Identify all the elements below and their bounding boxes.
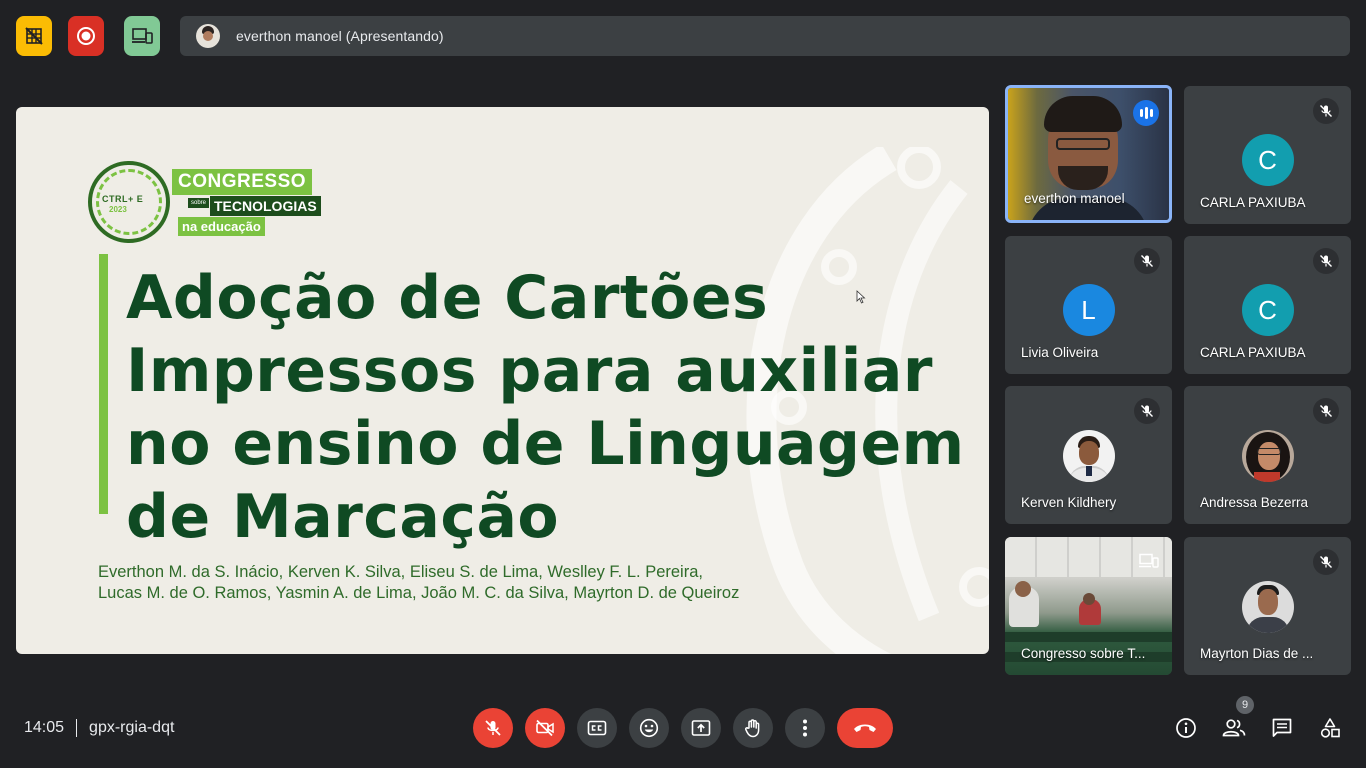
participant-tile[interactable]: L Livia Oliveira	[1005, 236, 1172, 374]
more-vert-icon	[803, 719, 807, 737]
participant-photo	[1241, 430, 1294, 482]
participant-tile[interactable]: Mayrton Dias de ...	[1184, 537, 1351, 675]
hide-self-view-button[interactable]	[16, 16, 52, 56]
info-icon	[1176, 718, 1196, 738]
congress-logo: CTRL+ E 2023 CONGRESSO sobre TECNOLOGIAS…	[88, 161, 328, 245]
people-count-badge: 9	[1236, 696, 1254, 714]
participant-tile[interactable]: C CARLA PAXIUBA	[1184, 236, 1351, 374]
participant-name: Mayrton Dias de ...	[1200, 646, 1314, 661]
shapes-icon	[1320, 718, 1340, 738]
devices-icon	[132, 28, 153, 44]
companion-mode-button[interactable]	[124, 16, 160, 56]
presenter-label: everthon manoel (Apresentando)	[236, 28, 444, 44]
participant-photo	[1241, 581, 1294, 633]
mic-off-icon	[1313, 549, 1339, 575]
hand-icon	[745, 719, 760, 738]
speaking-indicator-icon	[1133, 100, 1159, 126]
more-options-button[interactable]	[785, 708, 825, 748]
meeting-details: 14:05 gpx-rgia-dqt	[24, 716, 174, 740]
mic-off-icon	[1313, 98, 1339, 124]
mic-off-icon	[1313, 248, 1339, 274]
participant-tile[interactable]: everthon manoel	[1005, 85, 1172, 223]
mic-off-icon	[1313, 398, 1339, 424]
participant-avatar: C	[1241, 284, 1294, 336]
chat-button[interactable]	[1266, 712, 1298, 744]
meeting-code: gpx-rgia-dqt	[89, 719, 175, 736]
captions-button[interactable]	[577, 708, 617, 748]
present-to-all-icon	[691, 720, 711, 736]
people-button[interactable]	[1218, 712, 1250, 744]
slide-title: Adoção de Cartões Impressos para auxilia…	[126, 263, 965, 552]
mic-off-icon	[485, 720, 501, 736]
participant-avatar: C	[1241, 134, 1294, 186]
closed-captions-icon	[587, 720, 607, 736]
emoji-icon	[639, 718, 659, 738]
participant-tile[interactable]: C CARLA PAXIUBA	[1184, 86, 1351, 224]
record-icon	[77, 27, 95, 45]
people-icon	[1222, 719, 1246, 737]
divider	[76, 719, 78, 737]
chat-icon	[1272, 718, 1292, 737]
activities-button[interactable]	[1314, 712, 1346, 744]
participant-avatar: L	[1062, 284, 1115, 336]
microphone-toggle-button[interactable]	[473, 708, 513, 748]
participant-name: Kerven Kildhery	[1021, 495, 1117, 510]
participant-name: Livia Oliveira	[1021, 345, 1099, 360]
recording-button[interactable]	[68, 16, 104, 56]
participant-photo	[1062, 430, 1115, 482]
participant-tile[interactable]: Kerven Kildhery	[1005, 386, 1172, 524]
participant-name: CARLA PAXIUBA	[1200, 195, 1306, 210]
mic-off-icon	[1134, 398, 1160, 424]
camera-toggle-button[interactable]	[525, 708, 565, 748]
slide-authors: Everthon M. da S. Inácio, Kerven K. Silv…	[98, 563, 740, 602]
participant-name: Congresso sobre T...	[1021, 646, 1146, 661]
clock-time: 14:05	[24, 719, 65, 736]
presenter-banner: everthon manoel (Apresentando)	[180, 16, 1350, 56]
title-accent-bar	[99, 254, 108, 514]
participant-name: Andressa Bezerra	[1200, 495, 1309, 510]
raise-hand-button[interactable]	[733, 708, 773, 748]
leave-call-button[interactable]	[837, 708, 893, 748]
present-now-button[interactable]	[681, 708, 721, 748]
participant-tile[interactable]: Congresso sobre T...	[1005, 537, 1172, 675]
shared-presentation-slide: CTRL+ E 2023 CONGRESSO sobre TECNOLOGIAS…	[16, 107, 989, 654]
participant-tile[interactable]: Andressa Bezerra	[1184, 386, 1351, 524]
mic-off-icon	[1134, 248, 1160, 274]
participant-name: everthon manoel	[1024, 191, 1125, 206]
meeting-details-button[interactable]	[1170, 712, 1202, 744]
reactions-button[interactable]	[629, 708, 669, 748]
call-end-icon	[854, 724, 876, 732]
grid-off-icon	[25, 27, 43, 45]
presenting-icon	[1138, 551, 1160, 571]
presenter-avatar	[196, 24, 220, 48]
participant-name: CARLA PAXIUBA	[1200, 345, 1306, 360]
videocam-off-icon	[536, 719, 554, 737]
mouse-pointer-icon	[856, 290, 866, 304]
